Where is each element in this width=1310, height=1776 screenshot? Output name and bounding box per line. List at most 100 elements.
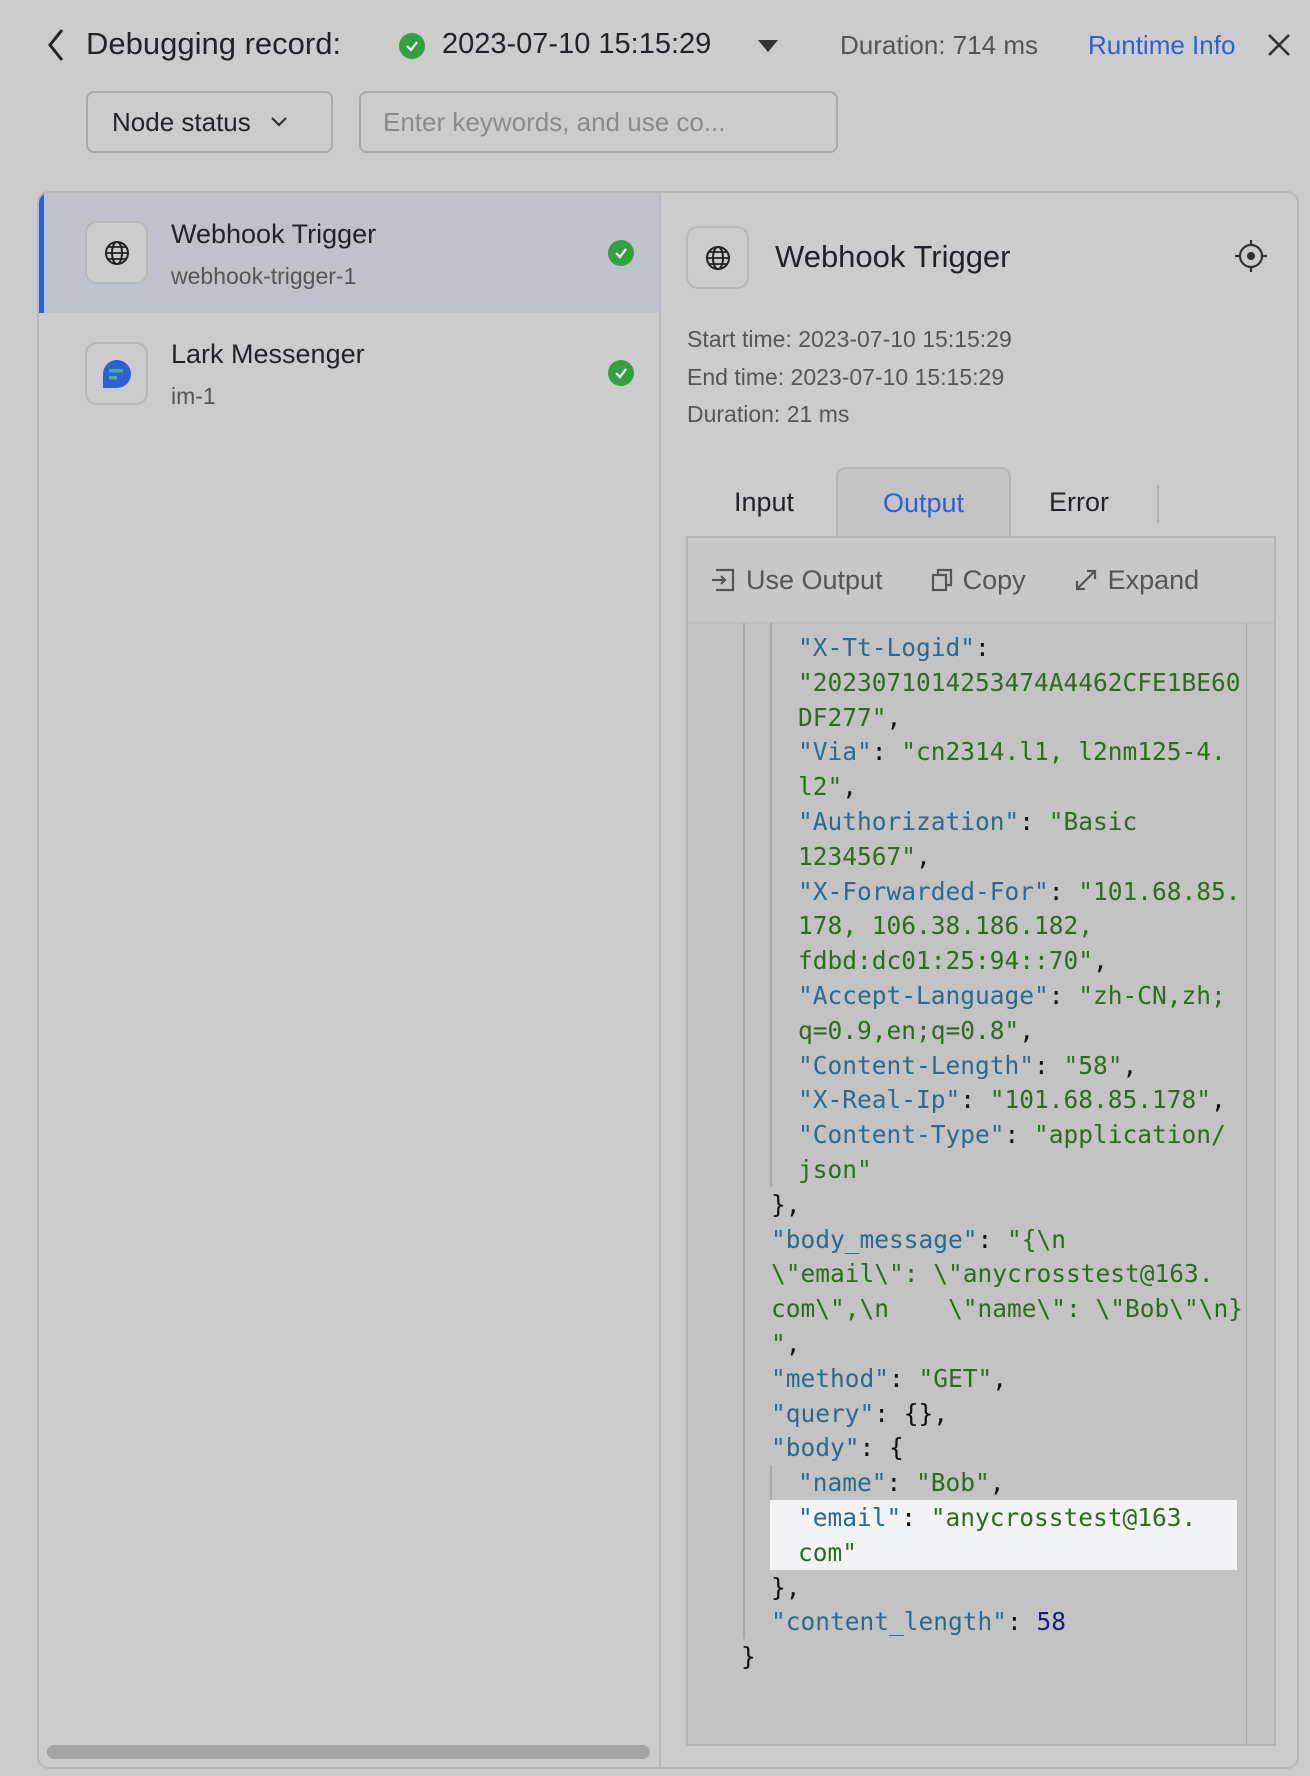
end-time: End time: 2023-07-10 15:15:29 [687, 364, 1005, 390]
code-line: "2023071014253474A4462CFE1BE60 [798, 665, 1241, 700]
expand-label: Expand [1107, 564, 1200, 595]
copy-icon [931, 568, 952, 592]
json-string: fdbd:dc01:25:94::70" [798, 946, 1094, 976]
node-item-lark-messenger[interactable]: Lark Messenger im-1 [39, 313, 659, 433]
success-check-icon [608, 240, 634, 266]
runtime-info-link[interactable]: Runtime Info [1088, 30, 1235, 61]
insert-icon [712, 568, 735, 592]
json-punctuation: : [871, 737, 902, 767]
json-punctuation: , [1093, 946, 1108, 976]
output-viewer: Use Output Copy Expand "X-Tt-Logid": "202… [686, 536, 1276, 1746]
json-string: 1234567" [798, 841, 917, 871]
expand-icon [1075, 569, 1096, 591]
tab-output[interactable]: Output [836, 467, 1011, 537]
json-string: \"email\": \"anycrosstest@163. [771, 1259, 1214, 1289]
json-punctuation: : [1048, 981, 1079, 1010]
json-punctuation: : [1034, 1050, 1064, 1080]
tab-divider [1157, 485, 1159, 523]
code-line: q=0.9,en;q=0.8", [798, 1013, 1034, 1048]
code-line: "X-Tt-Logid": [798, 630, 990, 665]
total-duration: Duration: 714 ms [840, 30, 1038, 60]
back-chevron-icon[interactable] [42, 26, 72, 64]
code-line: json" [798, 1152, 872, 1187]
node-status-dropdown[interactable]: Node status [86, 91, 333, 153]
code-line: 1234567", [798, 839, 931, 874]
json-string: "101.68.85. [1078, 876, 1241, 906]
tab-error[interactable]: Error [1019, 467, 1139, 537]
copy-label: Copy [962, 564, 1026, 595]
json-string: "cn2314.l1, l2nm125-4. [901, 737, 1226, 767]
json-key: "Via" [798, 737, 872, 767]
json-punctuation: : { [859, 1433, 904, 1463]
code-line: "content_length": 58 [771, 1604, 1066, 1639]
copy-button[interactable]: Copy [931, 565, 1026, 596]
code-line: "Authorization": "Basic [798, 804, 1137, 839]
code-line: DF277", [798, 700, 901, 735]
json-punctuation: , [1019, 1015, 1035, 1045]
json-punctuation: , [842, 772, 858, 802]
record-time-select[interactable]: 2023-07-10 15:15:29 [442, 28, 711, 61]
expand-button[interactable]: Expand [1074, 564, 1200, 596]
json-punctuation: , [989, 1468, 1005, 1498]
code-line: "Accept-Language": "zh-CN,zh; [798, 978, 1226, 1013]
json-string: "{\n [1007, 1224, 1067, 1254]
node-list: Webhook Trigger webhook-trigger-1 Lark M… [39, 193, 661, 1767]
json-string: "Basic [1048, 807, 1138, 836]
close-icon[interactable] [1266, 32, 1292, 58]
tab-input[interactable]: Input [699, 467, 829, 537]
json-key: "email" [798, 1503, 902, 1532]
page-title: Debugging record: [86, 26, 342, 61]
json-punctuation: : [1019, 807, 1049, 836]
debug-panel: Webhook Trigger webhook-trigger-1 Lark M… [37, 191, 1299, 1769]
json-punctuation: , [785, 1329, 801, 1358]
search-input[interactable]: Enter keywords, and use co... [359, 91, 838, 153]
json-string: com" [798, 1537, 858, 1567]
use-output-button[interactable]: Use Output [710, 565, 883, 596]
json-string: 178, 106.38.186.182, [798, 911, 1094, 941]
json-string: DF277" [798, 702, 887, 732]
caret-down-icon[interactable] [758, 40, 778, 52]
code-line: } [741, 1639, 756, 1674]
json-string: "anycrosstest@163. [930, 1503, 1197, 1532]
horizontal-scrollbar[interactable] [47, 1745, 650, 1759]
json-punctuation: : [889, 1363, 919, 1393]
globe-icon [686, 226, 749, 289]
json-key: "Content-Type" [798, 1120, 1005, 1150]
json-punctuation: : [975, 633, 990, 662]
node-item-webhook-trigger[interactable]: Webhook Trigger webhook-trigger-1 [39, 193, 659, 313]
json-punctuation: } [741, 1642, 756, 1672]
code-line: "query": {}, [771, 1396, 948, 1431]
json-key: "X-Real-Ip" [798, 1085, 961, 1115]
code-line: com\",\n \"name\": \"Bob\"\n} [771, 1291, 1243, 1326]
json-punctuation: : {}, [874, 1398, 949, 1428]
json-string: json" [798, 1155, 872, 1184]
code-line: "Content-Length": "58", [798, 1048, 1137, 1083]
code-line: }, [771, 1570, 801, 1605]
json-string: com\",\n \"name\": \"Bob\"\n} [771, 1294, 1244, 1324]
code-line-highlighted: com" [770, 1534, 1237, 1570]
json-string: "GET" [918, 1363, 993, 1393]
node-status-label: Node status [112, 106, 251, 137]
node-id: im-1 [171, 383, 216, 409]
json-string: "2023071014253474A4462CFE1BE60 [798, 667, 1241, 697]
code-line: "body": { [771, 1430, 904, 1465]
json-string: q=0.9,en;q=0.8" [798, 1015, 1020, 1045]
json-key: "body_message" [771, 1224, 978, 1254]
node-id: webhook-trigger-1 [171, 263, 357, 289]
code-line: "name": "Bob", [798, 1465, 1005, 1500]
code-scroll-track[interactable] [1246, 622, 1247, 1744]
json-key: "body" [771, 1433, 860, 1463]
json-string: "zh-CN,zh; [1078, 981, 1226, 1010]
code-line: }, [771, 1187, 801, 1222]
node-title: Webhook Trigger [171, 219, 377, 249]
use-output-label: Use Output [746, 564, 883, 595]
locate-target-icon[interactable] [1234, 239, 1268, 273]
json-punctuation: , [1122, 1050, 1138, 1080]
json-key: "name" [798, 1468, 887, 1498]
json-key: "query" [771, 1398, 875, 1428]
node-duration: Duration: 21 ms [687, 401, 850, 427]
json-string: "101.68.85.178" [989, 1085, 1212, 1115]
json-string: l2" [798, 772, 843, 802]
code-line: l2", [798, 769, 857, 804]
json-string: "58" [1063, 1050, 1123, 1080]
